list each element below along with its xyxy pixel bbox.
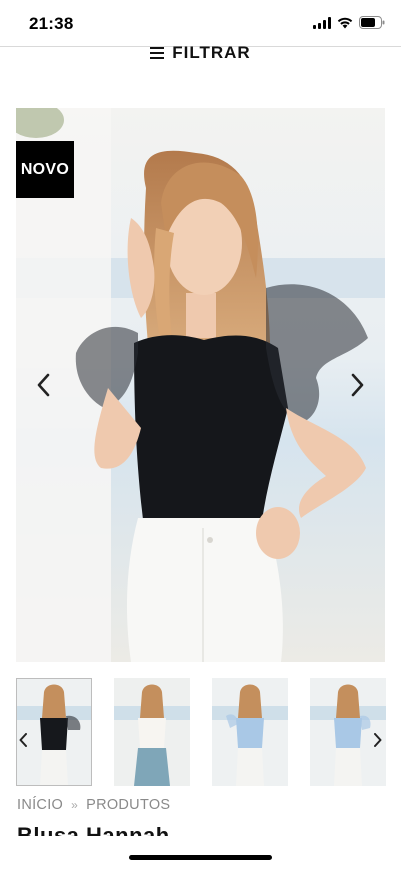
chevron-right-icon — [351, 373, 365, 397]
thumbnail-3[interactable] — [212, 678, 288, 786]
thumbnail-image — [114, 678, 190, 786]
home-indicator[interactable] — [129, 855, 272, 860]
thumbnail-image — [16, 678, 92, 786]
status-icons — [313, 16, 385, 34]
breadcrumb-separator: » — [71, 798, 79, 812]
product-title: Blusa Hannah — [17, 823, 170, 836]
status-time: 21:38 — [29, 14, 74, 33]
product-main-image[interactable]: NOVO — [16, 108, 385, 662]
battery-icon — [359, 16, 385, 34]
gallery-next-button[interactable] — [345, 370, 371, 400]
gallery-prev-button[interactable] — [30, 370, 56, 400]
thumbnail-image — [212, 678, 288, 786]
filter-label: FILTRAR — [172, 43, 251, 62]
filter-button[interactable]: FILTRAR — [0, 42, 401, 64]
chevron-right-icon — [374, 732, 382, 752]
product-title-container: Blusa Hannah — [17, 822, 397, 836]
breadcrumb-home[interactable]: INÍCIO — [17, 797, 63, 813]
thumbnail-strip — [16, 678, 386, 786]
status-bar: 21:38 — [0, 0, 401, 46]
breadcrumb-products[interactable]: PRODUTOS — [86, 797, 170, 813]
hamburger-menu-icon — [150, 47, 165, 59]
chevron-left-icon — [19, 732, 27, 752]
thumbnail-1[interactable] — [16, 678, 92, 786]
thumbnail-2[interactable] — [114, 678, 190, 786]
breadcrumb: INÍCIO » PRODUTOS — [17, 797, 170, 813]
thumbnails-next-button[interactable] — [371, 732, 385, 752]
thumbnails-prev-button[interactable] — [16, 732, 30, 752]
chevron-left-icon — [36, 373, 50, 397]
wifi-icon — [337, 16, 353, 34]
cellular-signal-icon — [313, 16, 331, 34]
new-badge: NOVO — [16, 141, 74, 198]
